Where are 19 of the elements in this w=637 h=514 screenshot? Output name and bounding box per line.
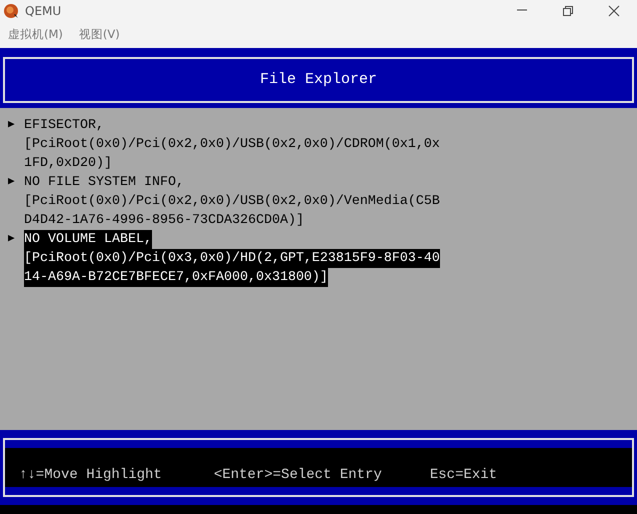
entry-marker: ▶ [8,232,16,247]
restore-icon[interactable] [562,5,574,17]
screen-title: File Explorer [260,70,378,90]
close-icon[interactable] [608,5,620,17]
entry-text-line[interactable]: 1FD,0xD20)] [24,154,112,173]
entry-text-line[interactable]: NO FILE SYSTEM INFO, [24,173,184,192]
entry-text-line[interactable]: EFISECTOR, [24,116,104,135]
key-hint: ↑↓=Move Highlight [19,466,162,485]
entry-text-line[interactable]: [PciRoot(0x0)/Pci(0x2,0x0)/USB(0x2,0x0)/VenMedia(C5B [24,192,440,211]
app-logo-icon [3,3,19,19]
key-hint: <Enter>=Select Entry [214,466,382,485]
key-hint: Esc=Exit [430,466,498,485]
entry-marker: ▶ [8,118,16,133]
entry-marker: ▶ [8,175,16,190]
entry-text-line[interactable]: D4D42-1A76-4996-8956-73CDA326CD0A)] [24,211,304,230]
window-title: QEMU [25,3,62,20]
menu-item[interactable]: 视图(V) [78,26,120,44]
entry-text-line[interactable]: [PciRoot(0x0)/Pci(0x2,0x0)/USB(0x2,0x0)/CDROM(0x1,0x [24,135,440,154]
menu-item[interactable]: 虚拟机(M) [8,26,63,44]
